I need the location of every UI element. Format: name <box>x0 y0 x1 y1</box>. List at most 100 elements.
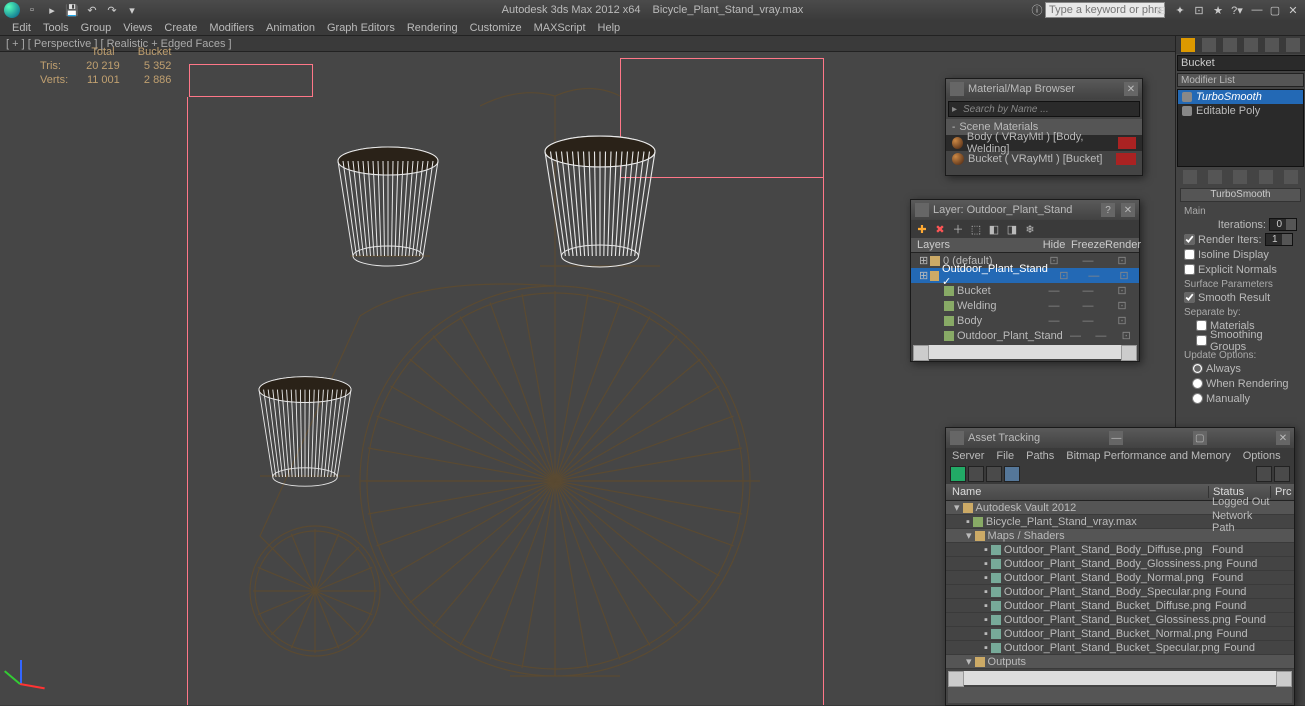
tool-b-icon[interactable] <box>1274 466 1290 482</box>
tree-view-icon[interactable] <box>968 466 984 482</box>
layer-row[interactable]: Welding——⊡ <box>911 298 1139 313</box>
update-rendering-radio[interactable] <box>1192 378 1203 389</box>
add-to-layer-icon[interactable]: ＋ <box>951 222 965 236</box>
modifier-stack[interactable]: TurboSmooth Editable Poly <box>1177 89 1304 167</box>
open-icon[interactable]: ▸ <box>44 2 60 18</box>
bulb-icon[interactable] <box>1182 92 1192 102</box>
tool-icon-1[interactable]: ⊞ <box>1153 2 1169 18</box>
asset-menu-bitmap[interactable]: Bitmap Performance and Memory <box>1066 450 1230 462</box>
maximize-icon[interactable]: ▢ <box>1267 2 1283 18</box>
asset-tracking-panel[interactable]: Asset Tracking — ▢ ✕ Server File Paths B… <box>945 427 1295 706</box>
tab-modify-icon[interactable] <box>1202 38 1216 52</box>
material-search-input[interactable]: Search by Name ... <box>948 101 1140 117</box>
asset-row[interactable]: ▪Bicycle_Plant_Stand_vray.maxNetwork Pat… <box>946 515 1294 529</box>
asset-scrollbar[interactable] <box>948 671 1292 685</box>
list-view-icon[interactable] <box>986 466 1002 482</box>
material-browser-panel[interactable]: Material/Map Browser✕ Search by Name ...… <box>945 78 1143 176</box>
asset-row[interactable]: ▪Outdoor_Plant_Stand_Bucket_Normal.pngFo… <box>946 627 1294 641</box>
close-icon[interactable]: ✕ <box>1285 2 1301 18</box>
modifier-editable-poly[interactable]: Editable Poly <box>1178 104 1303 118</box>
menu-views[interactable]: Views <box>123 22 152 34</box>
tab-hierarchy-icon[interactable] <box>1223 38 1237 52</box>
panel-close-icon[interactable]: ✕ <box>1121 203 1135 217</box>
info-icon[interactable]: ⓘ <box>1029 2 1045 18</box>
explicit-normals-check[interactable] <box>1184 264 1195 275</box>
tool-a-icon[interactable] <box>1256 466 1272 482</box>
menu-maxscript[interactable]: MAXScript <box>534 22 586 34</box>
menu-group[interactable]: Group <box>81 22 112 34</box>
tool-icon-2[interactable]: ✦ <box>1172 2 1188 18</box>
menu-help[interactable]: Help <box>598 22 621 34</box>
panel-close-icon[interactable]: ✕ <box>1124 82 1138 96</box>
asset-menu-server[interactable]: Server <box>952 450 984 462</box>
sep-smoothing-check[interactable] <box>1196 335 1207 346</box>
delete-layer-icon[interactable]: ✖ <box>933 222 947 236</box>
layer-row[interactable]: Bucket——⊡ <box>911 283 1139 298</box>
dropdown-icon[interactable]: ▾ <box>124 2 140 18</box>
tab-create-icon[interactable] <box>1181 38 1195 52</box>
freeze-layer-icon[interactable]: ❄ <box>1023 222 1037 236</box>
search-input[interactable] <box>1045 2 1165 18</box>
modifier-list-dropdown[interactable]: Modifier List <box>1177 73 1304 87</box>
hide-layer-icon[interactable]: ◨ <box>1005 222 1019 236</box>
menu-tools[interactable]: Tools <box>43 22 69 34</box>
iterations-spinner[interactable]: 0 <box>1269 218 1297 231</box>
material-body[interactable]: Body ( VRayMtl ) [Body, Welding] <box>946 135 1142 151</box>
make-unique-icon[interactable] <box>1233 170 1247 184</box>
bulb-icon[interactable] <box>1182 106 1192 116</box>
asset-row[interactable]: ▪Outdoor_Plant_Stand_Bucket_Diffuse.pngF… <box>946 599 1294 613</box>
app-logo-icon[interactable] <box>4 2 20 18</box>
rollout-turbosmooth[interactable]: TurboSmooth <box>1180 188 1301 202</box>
save-icon[interactable]: 💾 <box>64 2 80 18</box>
configure-sets-icon[interactable] <box>1284 170 1298 184</box>
panel-close-icon[interactable]: ✕ <box>1276 431 1290 445</box>
layer-row[interactable]: Outdoor_Plant_Stand——⊡ <box>911 328 1139 343</box>
asset-menu-options[interactable]: Options <box>1243 450 1281 462</box>
sep-materials-check[interactable] <box>1196 320 1207 331</box>
panel-max-icon[interactable]: ▢ <box>1193 431 1207 445</box>
select-objects-icon[interactable]: ⬚ <box>969 222 983 236</box>
asset-menu-paths[interactable]: Paths <box>1026 450 1054 462</box>
tool-icon-3[interactable]: ⊡ <box>1191 2 1207 18</box>
new-layer-icon[interactable]: ✚ <box>915 222 929 236</box>
menu-customize[interactable]: Customize <box>470 22 522 34</box>
asset-row[interactable]: ▪Outdoor_Plant_Stand_Body_Specular.pngFo… <box>946 585 1294 599</box>
refresh-icon[interactable] <box>950 466 966 482</box>
remove-modifier-icon[interactable] <box>1259 170 1273 184</box>
tab-utilities-icon[interactable] <box>1286 38 1300 52</box>
menu-edit[interactable]: Edit <box>12 22 31 34</box>
table-view-icon[interactable] <box>1004 466 1020 482</box>
help-dropdown-icon[interactable]: ?▾ <box>1229 2 1245 18</box>
select-layer-icon[interactable]: ◧ <box>987 222 1001 236</box>
asset-row[interactable]: ▾Outputs <box>946 655 1294 669</box>
menu-create[interactable]: Create <box>164 22 197 34</box>
asset-row[interactable]: ▪Outdoor_Plant_Stand_Bucket_Specular.png… <box>946 641 1294 655</box>
object-name-field[interactable] <box>1177 55 1305 71</box>
undo-icon[interactable]: ↶ <box>84 2 100 18</box>
new-icon[interactable]: ▫ <box>24 2 40 18</box>
update-manually-radio[interactable] <box>1192 393 1203 404</box>
menu-rendering[interactable]: Rendering <box>407 22 458 34</box>
layer-row[interactable]: Body——⊡ <box>911 313 1139 328</box>
asset-row[interactable]: ▪Outdoor_Plant_Stand_Body_Normal.pngFoun… <box>946 571 1294 585</box>
asset-row[interactable]: ▪Outdoor_Plant_Stand_Bucket_Glossiness.p… <box>946 613 1294 627</box>
menu-modifiers[interactable]: Modifiers <box>209 22 254 34</box>
layer-panel[interactable]: Layer: Outdoor_Plant_Stand?✕ ✚ ✖ ＋ ⬚ ◧ ◨… <box>910 199 1140 362</box>
asset-menu-file[interactable]: File <box>996 450 1014 462</box>
render-iters-spinner[interactable]: 1 <box>1265 233 1293 246</box>
star-icon[interactable]: ★ <box>1210 2 1226 18</box>
show-end-result-icon[interactable] <box>1208 170 1222 184</box>
tab-motion-icon[interactable] <box>1244 38 1258 52</box>
layer-scrollbar[interactable] <box>913 345 1137 359</box>
panel-help-icon[interactable]: ? <box>1101 203 1115 217</box>
tab-display-icon[interactable] <box>1265 38 1279 52</box>
panel-min-icon[interactable]: — <box>1109 431 1123 445</box>
help-search[interactable]: ⓘ <box>1045 2 1165 18</box>
smooth-result-check[interactable] <box>1184 292 1195 303</box>
menu-graph-editors[interactable]: Graph Editors <box>327 22 395 34</box>
pin-stack-icon[interactable] <box>1183 170 1197 184</box>
render-iters-check[interactable] <box>1184 234 1195 245</box>
asset-row[interactable]: ▪Outdoor_Plant_Stand_Body_Diffuse.pngFou… <box>946 543 1294 557</box>
modifier-turbosmooth[interactable]: TurboSmooth <box>1178 90 1303 104</box>
layer-row[interactable]: ⊞Outdoor_Plant_Stand ✓⊡—⊡ <box>911 268 1139 283</box>
